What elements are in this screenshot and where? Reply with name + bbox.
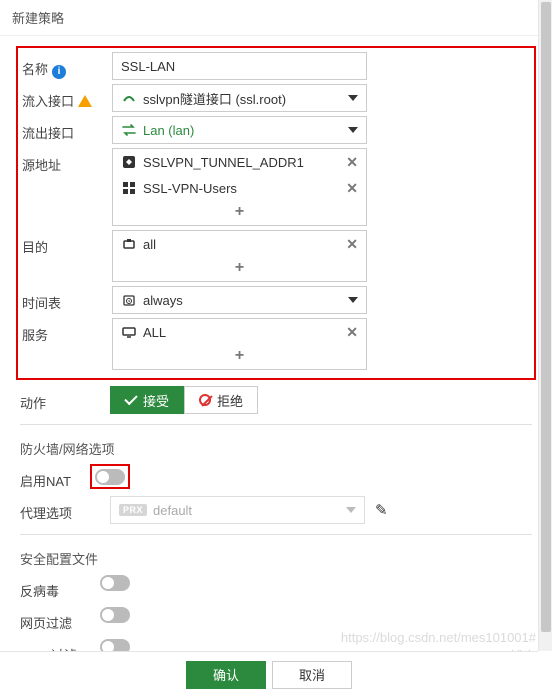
name-input[interactable]: SSL-LAN — [112, 52, 367, 80]
switch-icon — [121, 122, 137, 138]
deny-icon — [199, 394, 211, 406]
security-section-title: 安全配置文件 — [20, 543, 532, 574]
chevron-down-icon — [348, 297, 358, 303]
proxy-select: PRX default — [110, 496, 365, 524]
antivirus-toggle[interactable] — [100, 575, 130, 591]
chevron-down-icon — [348, 95, 358, 101]
cancel-button[interactable]: 取消 — [272, 661, 352, 689]
label-outbound: 流出接口 — [22, 116, 112, 142]
add-source-button[interactable]: + — [113, 201, 366, 225]
label-inbound: 流入接口 — [22, 84, 112, 110]
schedule-select[interactable]: always — [112, 286, 367, 314]
prx-badge: PRX — [119, 504, 147, 516]
label-web: 网页过滤 — [20, 606, 100, 632]
remove-icon[interactable]: ✕ — [346, 324, 358, 341]
source-entry[interactable]: SSL-VPN-Users ✕ — [113, 175, 366, 201]
warning-icon — [78, 95, 92, 107]
nat-toggle[interactable] — [95, 469, 125, 485]
action-reject-button[interactable]: 拒绝 — [184, 386, 258, 414]
label-nat: 启用NAT — [20, 464, 90, 490]
outbound-select[interactable]: Lan (lan) — [112, 116, 367, 144]
ok-button[interactable]: 确认 — [186, 661, 266, 689]
address-icon — [121, 154, 137, 170]
edit-icon[interactable]: ✎ — [375, 501, 388, 519]
service-multibox[interactable]: ALL ✕ + — [112, 318, 367, 370]
add-dest-button[interactable]: + — [113, 257, 366, 281]
firewall-section-title: 防火墙/网络选项 — [20, 433, 532, 464]
label-av: 反病毒 — [20, 574, 100, 600]
source-entry[interactable]: SSLVPN_TUNNEL_ADDR1 ✕ — [113, 149, 366, 175]
webfilter-toggle[interactable] — [100, 607, 130, 623]
remove-icon[interactable]: ✕ — [346, 180, 358, 197]
service-entry[interactable]: ALL ✕ — [113, 319, 366, 345]
label-dest: 目的 — [22, 230, 112, 256]
label-name: 名称i — [22, 52, 112, 79]
remove-icon[interactable]: ✕ — [346, 236, 358, 253]
label-source: 源地址 — [22, 148, 112, 174]
label-proxy: 代理选项 — [20, 496, 110, 522]
dialog-title: 新建策略 — [0, 0, 552, 36]
label-action: 动作 — [20, 386, 110, 412]
remove-icon[interactable]: ✕ — [346, 154, 358, 171]
label-service: 服务 — [22, 318, 112, 344]
source-multibox[interactable]: SSLVPN_TUNNEL_ADDR1 ✕ SSL-VPN-Users ✕ + — [112, 148, 367, 226]
chevron-down-icon — [346, 507, 356, 513]
service-all-icon — [121, 324, 137, 340]
all-address-icon — [121, 236, 137, 252]
chevron-down-icon — [348, 127, 358, 133]
label-schedule: 时间表 — [22, 286, 112, 312]
dest-multibox[interactable]: all ✕ + — [112, 230, 367, 282]
action-accept-button[interactable]: 接受 — [110, 386, 184, 414]
add-service-button[interactable]: + — [113, 345, 366, 369]
clock-icon — [121, 292, 137, 308]
dest-entry[interactable]: all ✕ — [113, 231, 366, 257]
scrollbar[interactable] — [538, 0, 552, 651]
group-icon — [121, 180, 137, 196]
scrollbar-thumb[interactable] — [541, 2, 551, 632]
info-icon: i — [52, 65, 66, 79]
tunnel-icon — [121, 90, 137, 106]
inbound-select[interactable]: sslvpn隧道接口 (ssl.root) — [112, 84, 367, 112]
check-icon — [124, 391, 137, 404]
